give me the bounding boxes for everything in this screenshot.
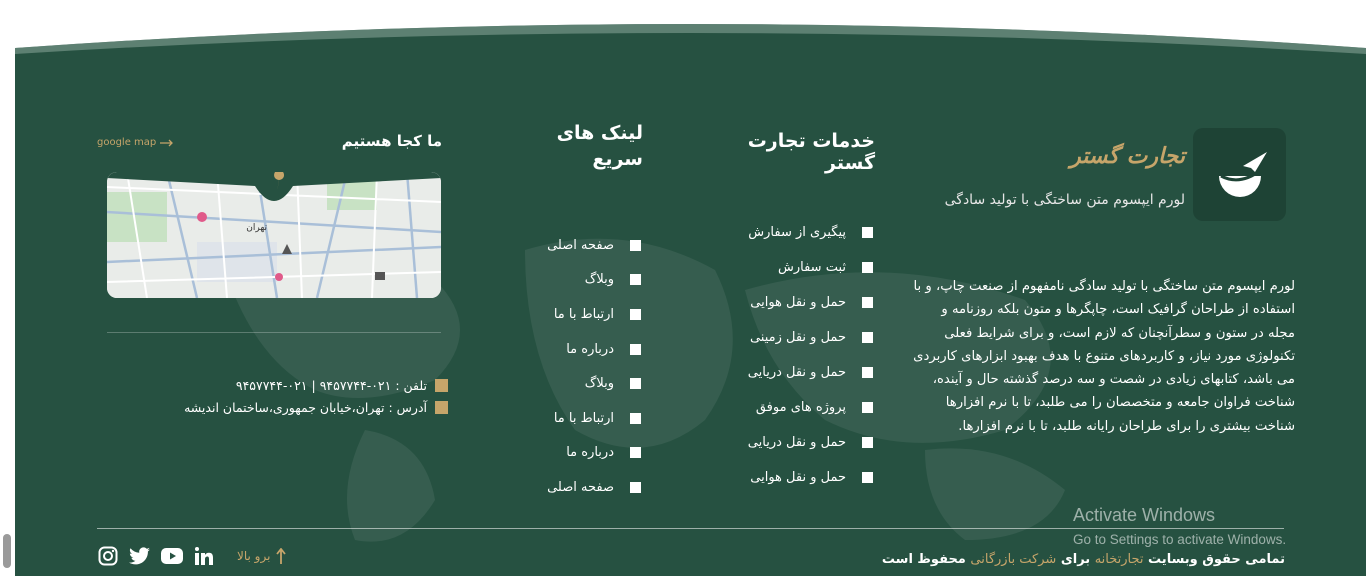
globe-plane-icon — [1218, 151, 1267, 197]
quick-links-list: صفحه اصلی وبلاگ ارتباط با ما درباره ما و… — [525, 228, 641, 505]
quick-link-label: درباره ما — [566, 445, 614, 461]
phone-row: تلفن : ۰۲۱-۹۴۵۷۷۴۴ | ۰۲۱-۹۴۵۷۷۴۴ — [135, 378, 448, 393]
quick-link[interactable]: ارتباط با ما — [525, 401, 641, 436]
services-heading: خدمات تجارت گستر — [747, 130, 875, 174]
quick-link-label: وبلاگ — [584, 376, 614, 392]
youtube-icon[interactable] — [161, 545, 183, 567]
copyright-text: برای — [1060, 552, 1091, 567]
copyright: تمامی حقوق وبسایت تجارتخانه برای شرکت با… — [835, 552, 1285, 567]
google-map-link[interactable]: google map — [97, 137, 177, 148]
services-link-label: حمل و نقل هوایی — [750, 470, 846, 485]
quick-link-label: ارتباط با ما — [553, 410, 614, 426]
copyright-company-link[interactable]: شرکت بازرگانی — [970, 552, 1056, 567]
windows-activation-watermark: Activate Windows Go to Settings to activ… — [1073, 505, 1333, 547]
address-bullet-icon — [435, 401, 448, 414]
bullet-square-icon — [862, 262, 873, 273]
brand-tagline: لورم ایپسوم متن ساختگی با تولید سادگی — [944, 192, 1185, 208]
address-row: آدرس : تهران،خیابان جمهوری،ساختمان اندیش… — [135, 400, 448, 415]
footer-top-curve — [15, 10, 1366, 54]
services-link[interactable]: حمل و نقل دریایی — [715, 425, 873, 460]
copyright-site-link[interactable]: تجارتخانه — [1095, 552, 1144, 567]
bullet-square-icon — [630, 412, 641, 424]
quick-links-heading: لینک های سریع — [556, 122, 643, 170]
instagram-icon[interactable] — [97, 545, 119, 567]
google-map-link-label: google map — [97, 137, 157, 148]
bullet-square-icon — [630, 239, 641, 251]
bullet-square-icon — [862, 297, 873, 308]
bullet-square-icon — [862, 472, 873, 483]
linkedin-icon[interactable] — [193, 545, 215, 567]
phone-bullet-icon — [435, 379, 448, 392]
scroll-top-button[interactable]: برو بالا — [237, 548, 302, 564]
bullet-square-icon — [862, 437, 873, 448]
quick-link[interactable]: درباره ما — [525, 436, 641, 471]
quick-link-label: درباره ما — [566, 341, 614, 357]
location-heading: ما کجا هستیم — [341, 132, 442, 150]
activation-title: Activate Windows — [1073, 505, 1216, 525]
quick-link-label: صفحه اصلی — [547, 237, 614, 253]
bullet-square-icon — [630, 481, 641, 493]
bullet-square-icon — [630, 343, 641, 355]
services-link[interactable]: حمل و نقل هوایی — [715, 460, 873, 495]
services-link[interactable]: حمل و نقل هوایی — [715, 285, 873, 320]
services-link-label: پروژه های موفق — [755, 400, 846, 415]
services-list: پیگیری از سفارش ثبت سفارش حمل و نقل هوای… — [715, 215, 873, 495]
phone-text[interactable]: تلفن : ۰۲۱-۹۴۵۷۷۴۴ | ۰۲۱-۹۴۵۷۷۴۴ — [236, 378, 427, 393]
quick-link-label: وبلاگ — [584, 272, 614, 288]
brand-name: تجارت گستر — [1070, 144, 1186, 169]
quick-link[interactable]: وبلاگ — [525, 263, 641, 298]
services-link[interactable]: پروژه های موفق — [715, 390, 873, 425]
services-link[interactable]: ثبت سفارش — [715, 250, 873, 285]
services-link-label: ثبت سفارش — [777, 260, 846, 275]
bullet-square-icon — [862, 367, 873, 378]
copyright-text: محفوظ است — [881, 552, 966, 567]
quick-link[interactable]: صفحه اصلی — [525, 228, 641, 263]
about-paragraph: لورم ایپسوم متن ساختگی با تولید سادگی نا… — [913, 279, 1295, 434]
bullet-square-icon — [630, 308, 641, 320]
arrow-right-icon — [160, 139, 174, 146]
bullet-square-icon — [630, 447, 641, 459]
services-link[interactable]: حمل و نقل زمینی — [715, 320, 873, 355]
quick-link-label: ارتباط با ما — [553, 306, 614, 322]
activation-subtitle: Go to Settings to activate Windows. — [1073, 532, 1287, 547]
scroll-top-label: برو بالا — [237, 549, 271, 563]
copyright-text: تمامی حقوق وبسایت — [1148, 552, 1285, 567]
services-link-label: حمل و نقل هوایی — [750, 295, 846, 310]
location-map[interactable]: تهران — [107, 172, 441, 298]
quick-link[interactable]: درباره ما — [525, 332, 641, 367]
quick-link-label: صفحه اصلی — [547, 479, 614, 495]
page-scrollbar-thumb[interactable] — [3, 534, 11, 568]
arrow-up-icon — [276, 548, 287, 564]
social-links — [97, 545, 217, 567]
services-link[interactable]: پیگیری از سفارش — [715, 215, 873, 250]
map-city-label: تهران — [246, 223, 267, 233]
services-link[interactable]: حمل و نقل دریایی — [715, 355, 873, 390]
location-divider — [107, 332, 441, 333]
services-link-label: حمل و نقل زمینی — [749, 330, 846, 345]
address-text: آدرس : تهران،خیابان جمهوری،ساختمان اندیش… — [184, 400, 427, 415]
services-link-label: حمل و نقل دریایی — [747, 435, 846, 450]
twitter-icon[interactable] — [129, 545, 151, 567]
bullet-square-icon — [862, 227, 873, 238]
quick-link[interactable]: ارتباط با ما — [525, 297, 641, 332]
quick-link[interactable]: وبلاگ — [525, 366, 641, 401]
bullet-square-icon — [630, 378, 641, 390]
map-image: تهران — [107, 172, 441, 298]
brand-logo[interactable] — [1193, 128, 1286, 221]
services-link-label: حمل و نقل دریایی — [747, 365, 846, 380]
bullet-square-icon — [862, 332, 873, 343]
services-link-label: پیگیری از سفارش — [748, 225, 846, 240]
bullet-square-icon — [862, 402, 873, 413]
quick-link[interactable]: صفحه اصلی — [525, 470, 641, 505]
site-footer: تجارت گستر لورم ایپسوم متن ساختگی با تول… — [15, 10, 1366, 576]
bullet-square-icon — [630, 274, 641, 286]
